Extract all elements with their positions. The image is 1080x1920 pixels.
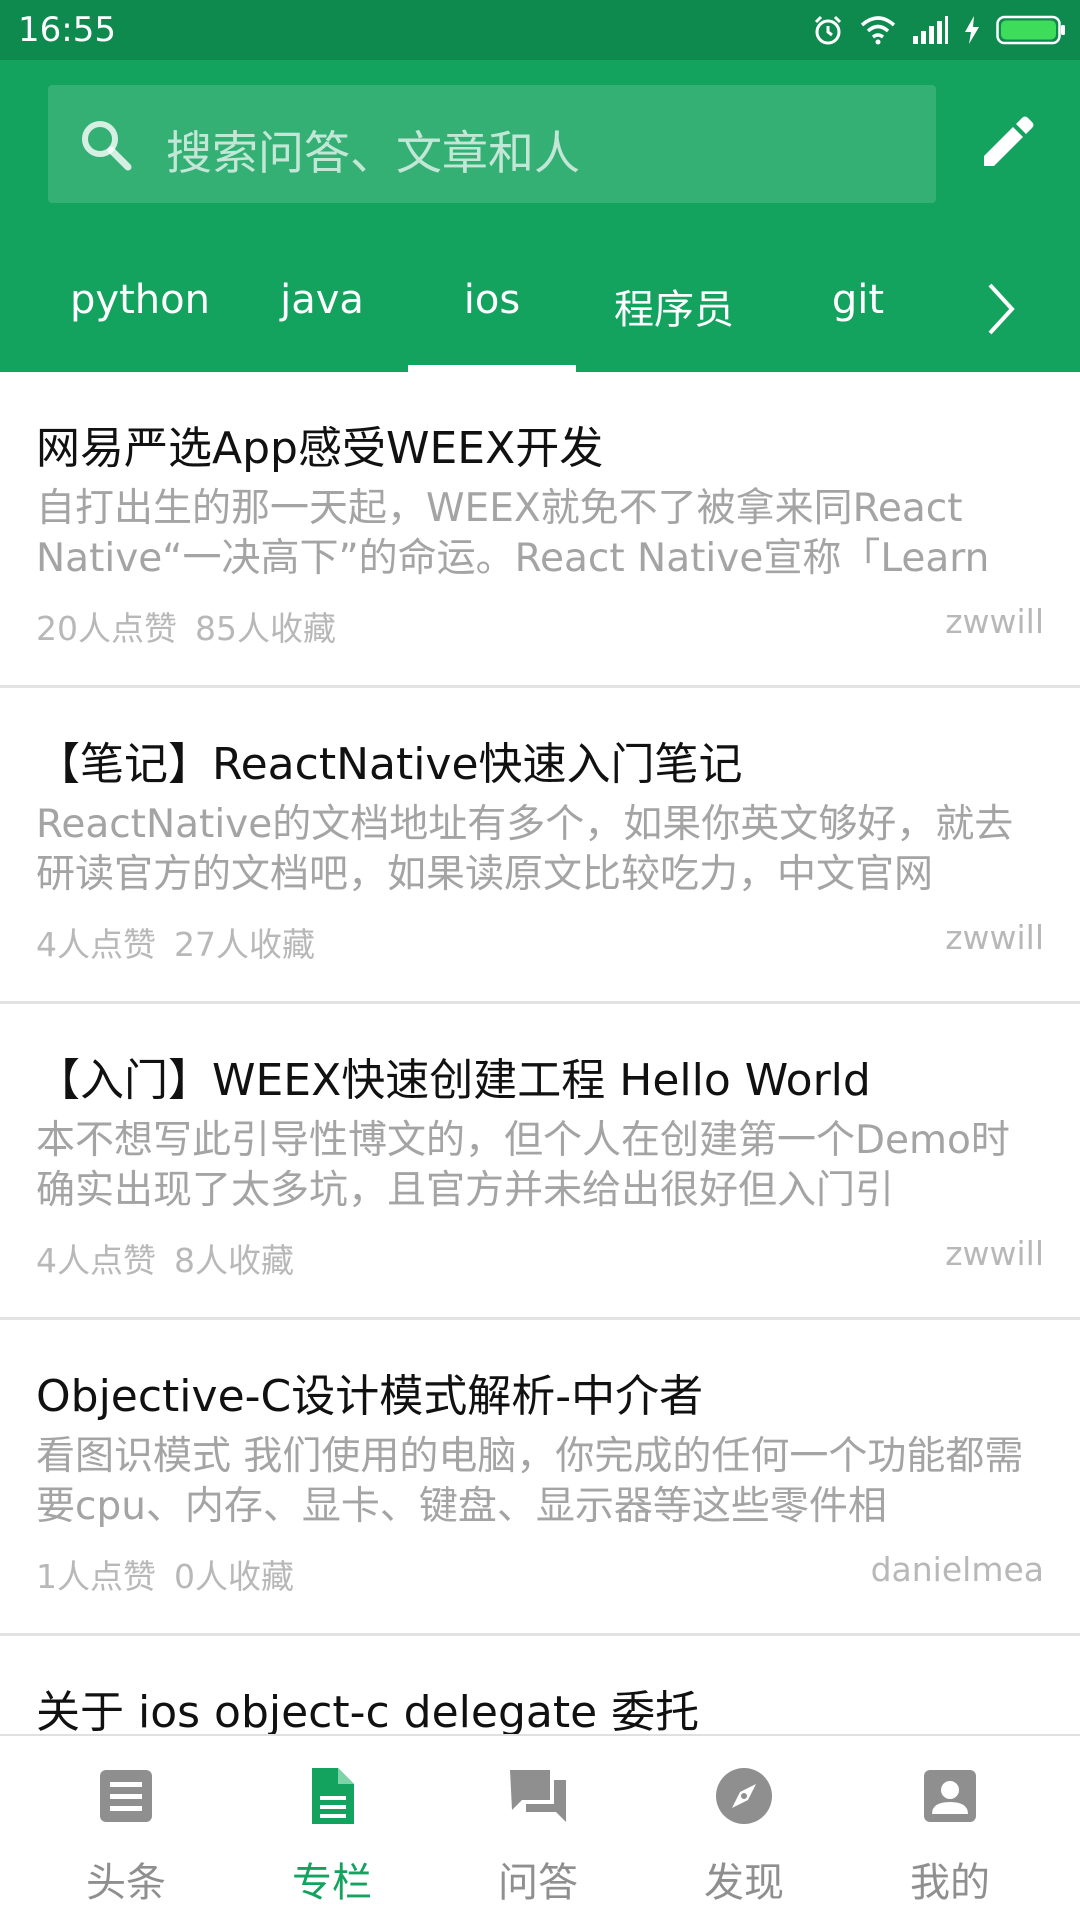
news-icon <box>100 1770 152 1822</box>
search-bar[interactable]: 搜索问答、文章和人 <box>48 85 936 203</box>
nav-qa[interactable]: 问答 <box>430 1736 646 1920</box>
article-likes: 20人点赞 <box>36 609 177 648</box>
article-summary: 本不想写此引导性博文的，但个人在创建第一个Demo时确实出现了太多坑，且官方并未… <box>36 1118 1010 1213</box>
topic-tabs: python java ios 程序员 git <box>0 257 1080 372</box>
article-summary: ReactNative的文档地址有多个，如果你英文够好，就去研读官方的文档吧，如… <box>36 802 1014 897</box>
article-item[interactable]: 【笔记】ReactNative快速入门笔记 ReactNative的文档地址有多… <box>0 688 1080 1004</box>
search-icon <box>82 121 132 171</box>
battery-icon <box>996 15 1065 45</box>
tab-ios[interactable]: ios <box>408 257 576 372</box>
nav-discover[interactable]: 发现 <box>636 1736 852 1920</box>
article-author[interactable]: zwwill <box>945 602 1044 641</box>
article-author[interactable]: danielmea <box>871 1550 1044 1589</box>
article-title: 【笔记】ReactNative快速入门笔记 <box>36 739 743 790</box>
chevron-right-icon[interactable] <box>980 279 1020 339</box>
nav-label: 头条 <box>86 1860 166 1906</box>
nav-columns[interactable]: 专栏 <box>224 1736 440 1920</box>
article-summary: 看图识模式 我们使用的电脑，你完成的任何一个功能都需要cpu、内存、显卡、键盘、… <box>36 1434 1024 1529</box>
nav-me[interactable]: 我的 <box>842 1736 1058 1920</box>
article-author[interactable]: zwwill <box>945 1234 1044 1273</box>
bottom-nav: 头条 专栏 问答 发现 我的 <box>0 1734 1080 1920</box>
article-favorites: 8人收藏 <box>174 1241 294 1280</box>
article-item[interactable]: 【入门】WEEX快速创建工程 Hello World 本不想写此引导性博文的，但… <box>0 1004 1080 1320</box>
signal-icon <box>913 16 948 44</box>
article-favorites: 27人收藏 <box>174 925 315 964</box>
tab-java[interactable]: java <box>232 257 412 372</box>
article-favorites: 0人收藏 <box>174 1557 294 1596</box>
tab-python[interactable]: python <box>48 257 232 372</box>
search-input[interactable]: 搜索问答、文章和人 <box>166 117 580 183</box>
nav-label: 我的 <box>910 1860 990 1906</box>
article-title: 网易严选App感受WEEX开发 <box>36 423 604 474</box>
edit-icon[interactable] <box>978 114 1036 172</box>
article-likes: 4人点赞 <box>36 1241 156 1280</box>
status-icons <box>812 12 1066 48</box>
alarm-icon <box>814 15 842 45</box>
article-item[interactable]: 关于 ios object-c delegate 委托 <box>0 1636 1080 1734</box>
article-item[interactable]: 网易严选App感受WEEX开发 自打出生的那一天起，WEEX就免不了被拿来同Re… <box>0 372 1080 688</box>
article-summary: 自打出生的那一天起，WEEX就免不了被拿来同React Native“一决高下”… <box>36 486 990 581</box>
wifi-icon <box>860 16 896 45</box>
tab-programmer[interactable]: 程序员 <box>584 257 764 372</box>
charging-icon <box>965 16 979 44</box>
tab-git[interactable]: git <box>764 257 952 372</box>
article-likes: 4人点赞 <box>36 925 156 964</box>
article-title: 【入门】WEEX快速创建工程 Hello World <box>36 1055 871 1106</box>
article-stats: 20人点赞 85人收藏 <box>36 602 336 650</box>
nav-label: 专栏 <box>292 1860 372 1906</box>
article-author[interactable]: zwwill <box>945 918 1044 957</box>
app-header: 搜索问答、文章和人 python java ios 程序员 git <box>0 60 1080 372</box>
chat-icon <box>510 1770 566 1822</box>
profile-icon <box>924 1770 976 1822</box>
article-list: 网易严选App感受WEEX开发 自打出生的那一天起，WEEX就免不了被拿来同Re… <box>0 372 1080 1734</box>
status-bar: 16:55 <box>0 0 1080 60</box>
document-icon <box>312 1768 354 1824</box>
status-time: 16:55 <box>18 10 116 50</box>
article-stats: 1人点赞 0人收藏 <box>36 1550 294 1598</box>
nav-label: 发现 <box>704 1860 784 1906</box>
article-title: 关于 ios object-c delegate 委托 <box>36 1687 700 1734</box>
article-title: Objective-C设计模式解析-中介者 <box>36 1371 704 1422</box>
nav-headlines[interactable]: 头条 <box>18 1736 234 1920</box>
article-likes: 1人点赞 <box>36 1557 156 1596</box>
article-stats: 4人点赞 8人收藏 <box>36 1234 294 1282</box>
nav-label: 问答 <box>498 1860 578 1906</box>
compass-icon <box>716 1768 772 1824</box>
article-item[interactable]: Objective-C设计模式解析-中介者 看图识模式 我们使用的电脑，你完成的… <box>0 1320 1080 1636</box>
article-favorites: 85人收藏 <box>195 609 336 648</box>
article-stats: 4人点赞 27人收藏 <box>36 918 315 966</box>
